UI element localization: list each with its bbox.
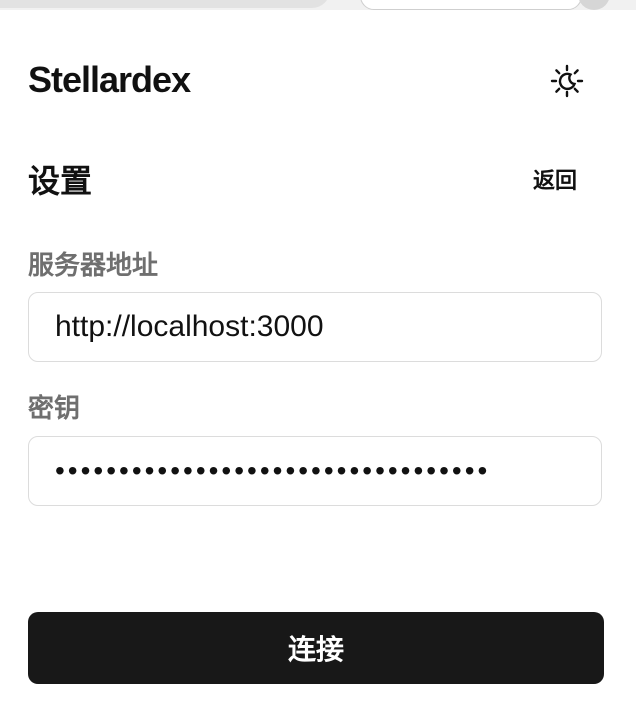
brand-title: Stellardex [28,59,191,100]
theme-toggle-button[interactable] [546,60,588,102]
browser-chrome-strip [0,0,636,10]
sun-moon-icon [550,64,584,98]
browser-avatar[interactable] [578,0,610,10]
secret-key-input[interactable] [28,436,602,506]
secret-key-label: 密钥 [28,393,81,423]
server-address-label: 服务器地址 [28,250,159,280]
browser-tab[interactable] [0,0,330,8]
server-address-input[interactable] [28,292,602,362]
page-title: 设置 [28,163,93,199]
browser-address-bar[interactable] [360,0,582,10]
back-button[interactable]: 返回 [520,164,590,198]
connect-button[interactable]: 连接 [28,612,604,684]
